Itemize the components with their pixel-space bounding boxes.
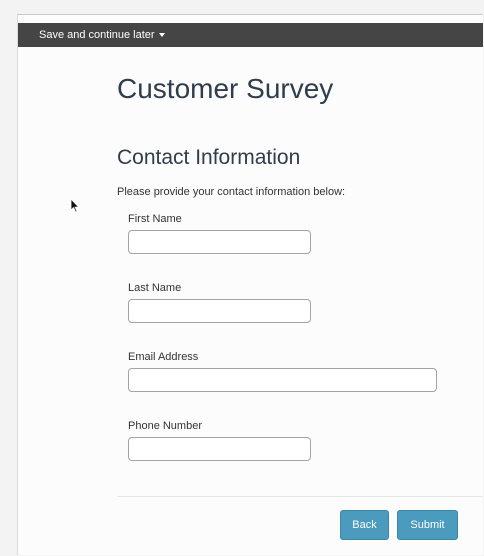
phone-number-label: Phone Number xyxy=(128,420,202,432)
section-title: Contact Information xyxy=(117,146,301,169)
last-name-field[interactable] xyxy=(128,299,311,323)
survey-panel: Save and continue later Customer Survey … xyxy=(17,14,483,555)
caret-down-icon xyxy=(158,33,165,37)
save-continue-later-label: Save and continue later xyxy=(39,29,155,41)
phone-number-field[interactable] xyxy=(128,437,311,461)
back-button[interactable]: Back xyxy=(340,510,389,540)
first-name-field[interactable] xyxy=(128,230,311,254)
section-intro: Please provide your contact information … xyxy=(117,186,346,198)
form-divider xyxy=(117,496,483,497)
submit-button[interactable]: Submit xyxy=(397,510,458,540)
first-name-label: First Name xyxy=(128,213,182,225)
mouse-pointer-icon xyxy=(70,198,80,213)
email-address-label: Email Address xyxy=(128,351,199,363)
email-address-field[interactable] xyxy=(128,368,437,392)
save-continue-later-button[interactable]: Save and continue later xyxy=(39,28,165,42)
last-name-label: Last Name xyxy=(128,282,182,294)
survey-title: Customer Survey xyxy=(117,73,334,104)
survey-toolbar: Save and continue later xyxy=(18,23,483,47)
